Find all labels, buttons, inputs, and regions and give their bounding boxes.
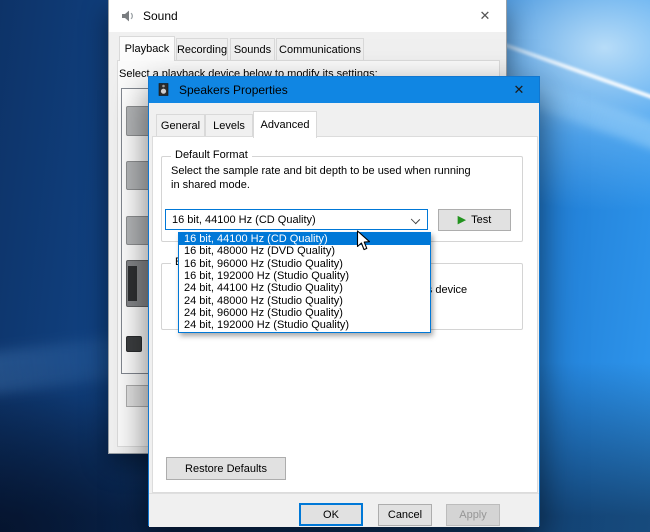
default-format-description-line2: in shared mode. <box>171 179 250 191</box>
screenshot-stage: Sound ✕ Playback Recording Sounds Commun… <box>0 0 650 532</box>
format-combobox-value: 16 bit, 44100 Hz (CD Quality) <box>166 214 316 226</box>
default-device-badge-icon <box>126 336 142 352</box>
properties-titlebar: Speakers Properties ✕ <box>149 77 539 103</box>
restore-defaults-label: Restore Defaults <box>185 463 267 475</box>
cancel-label: Cancel <box>388 509 422 521</box>
ok-button[interactable]: OK <box>299 503 363 526</box>
chevron-down-icon <box>411 215 420 224</box>
ok-label: OK <box>323 509 339 521</box>
cancel-button[interactable]: Cancel <box>378 504 432 526</box>
sound-titlebar: Sound ✕ <box>109 0 506 32</box>
tab-recording[interactable]: Recording <box>176 38 228 60</box>
format-combobox[interactable]: 16 bit, 44100 Hz (CD Quality) <box>165 209 428 230</box>
tab-label: General <box>161 120 200 132</box>
tab-communications[interactable]: Communications <box>276 38 364 60</box>
dropdown-option[interactable]: 24 bit, 44100 Hz (Studio Quality) <box>179 282 430 294</box>
tab-label: Playback <box>125 43 170 55</box>
speaker-icon <box>120 8 136 24</box>
tab-label: Advanced <box>261 119 310 131</box>
tab-advanced[interactable]: Advanced <box>253 111 317 138</box>
apply-label: Apply <box>459 509 487 521</box>
format-dropdown-list: 16 bit, 44100 Hz (CD Quality) 16 bit, 48… <box>178 232 431 333</box>
window-title: Sound <box>143 9 178 23</box>
close-icon[interactable]: ✕ <box>474 6 496 26</box>
tab-label: Communications <box>279 44 361 56</box>
window-title: Speakers Properties <box>179 83 288 97</box>
tab-sounds[interactable]: Sounds <box>230 38 275 60</box>
default-format-group-label: Default Format <box>171 149 252 161</box>
tab-levels[interactable]: Levels <box>205 114 253 137</box>
dropdown-option[interactable]: 24 bit, 48000 Hz (Studio Quality) <box>179 295 430 307</box>
mouse-cursor <box>356 230 371 252</box>
dropdown-option[interactable]: 16 bit, 192000 Hz (Studio Quality) <box>179 270 430 282</box>
tab-label: Sounds <box>234 44 271 56</box>
speakers-properties-window: Speakers Properties ✕ General Levels Adv… <box>148 76 540 526</box>
close-icon[interactable]: ✕ <box>507 80 531 100</box>
dropdown-option[interactable]: 16 bit, 48000 Hz (DVD Quality) <box>179 245 430 257</box>
apply-button: Apply <box>446 504 500 526</box>
restore-defaults-button[interactable]: Restore Defaults <box>166 457 286 480</box>
tab-general[interactable]: General <box>156 114 205 137</box>
dropdown-option[interactable]: 24 bit, 96000 Hz (Studio Quality) <box>179 307 430 319</box>
play-icon: ▶ <box>458 215 466 226</box>
default-format-description-line1: Select the sample rate and bit depth to … <box>171 165 471 177</box>
test-button-label: Test <box>471 214 491 226</box>
dropdown-option[interactable]: 16 bit, 44100 Hz (CD Quality) <box>179 233 430 245</box>
tab-playback[interactable]: Playback <box>119 36 175 61</box>
tab-label: Recording <box>177 44 227 56</box>
device-icon-detail <box>128 266 137 301</box>
dropdown-option[interactable]: 24 bit, 192000 Hz (Studio Quality) <box>179 319 430 331</box>
tab-label: Levels <box>213 120 245 132</box>
speaker-box-icon <box>157 82 172 97</box>
test-button[interactable]: ▶ Test <box>438 209 511 231</box>
dropdown-option[interactable]: 16 bit, 96000 Hz (Studio Quality) <box>179 258 430 270</box>
